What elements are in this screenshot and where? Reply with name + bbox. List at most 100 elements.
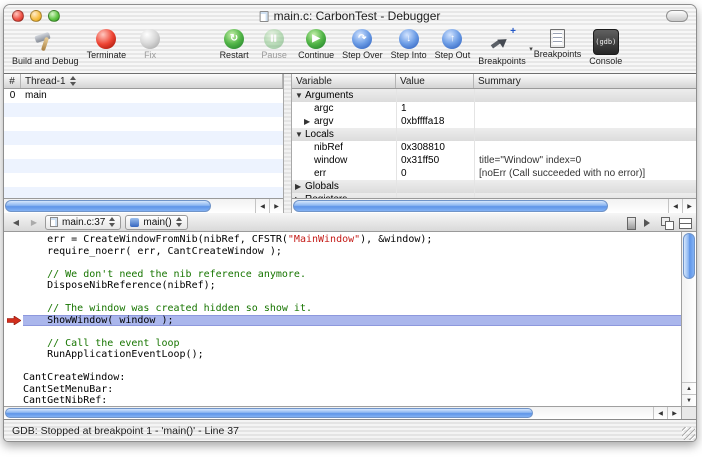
code-area[interactable]: err = CreateWindowFromNib(nibRef, CFSTR(… — [23, 232, 681, 406]
go-forward-button[interactable] — [27, 216, 41, 229]
function-popup-label: main() — [143, 217, 171, 228]
column-header-thread[interactable]: Thread-1 — [21, 74, 283, 88]
toolbar-item-label: Step Into — [391, 50, 427, 60]
code-line — [23, 292, 681, 304]
source-editor[interactable]: err = CreateWindowFromNib(nibRef, CFSTR(… — [4, 232, 696, 419]
toolbar-build-and-debug-button[interactable]: Build and Debug — [8, 29, 83, 66]
minimize-button[interactable] — [30, 10, 42, 22]
toolbar-console-button[interactable]: (gdb)Console — [585, 29, 626, 66]
variable-name: argc — [314, 103, 333, 114]
thread-name: main — [21, 89, 283, 103]
variable-row-err[interactable]: err0[noErr (Call succeeded with no error… — [292, 167, 696, 180]
thread-name — [21, 145, 283, 159]
editor-horizontal-scrollbar[interactable] — [4, 406, 681, 419]
variable-value: 0x31ff50 — [396, 154, 474, 167]
zoom-button[interactable] — [48, 10, 60, 22]
scroll-left-arrow-icon[interactable] — [255, 199, 269, 213]
variables-pane: Variable Value Summary ▼Argumentsargc1▶a… — [292, 74, 696, 213]
toolbar-continue-button[interactable]: ▶Continue — [294, 29, 338, 60]
thread-name — [21, 103, 283, 117]
thread-row-empty — [4, 117, 283, 131]
disclosure-open-icon[interactable]: ▼ — [295, 128, 305, 141]
file-popup[interactable]: main.c:37 — [45, 215, 121, 230]
bookmarks-button[interactable] — [624, 216, 637, 229]
thread-number — [4, 159, 21, 173]
resize-grip[interactable] — [682, 427, 695, 440]
scrollbar-thumb[interactable] — [683, 233, 695, 279]
status-text: GDB: Stopped at breakpoint 1 - 'main()' … — [12, 425, 239, 437]
thread-name — [21, 131, 283, 145]
breakpoints-button[interactable] — [642, 216, 655, 229]
toolbar-breakpoints-button[interactable]: Breakpoints — [530, 29, 586, 59]
scroll-right-arrow-icon[interactable] — [667, 407, 681, 419]
scroll-left-arrow-icon[interactable] — [668, 199, 682, 213]
variable-value: 1 — [396, 102, 474, 115]
variable-row-globals[interactable]: ▶Globals — [292, 180, 696, 193]
column-header-variable[interactable]: Variable — [292, 74, 396, 88]
toolbar-terminate-button[interactable]: Terminate — [83, 29, 131, 60]
variable-value: 0 — [396, 167, 474, 180]
thread-name — [21, 187, 283, 198]
variable-summary — [474, 102, 696, 115]
function-popup[interactable]: main() — [125, 215, 187, 230]
counterpart-button[interactable] — [660, 216, 673, 229]
disclosure-closed-icon[interactable]: ▶ — [295, 180, 305, 193]
toolbar-toggle-button[interactable] — [666, 10, 688, 22]
function-icon — [130, 218, 139, 227]
thread-name — [21, 117, 283, 131]
breakpoint-gutter[interactable] — [4, 232, 23, 406]
disclosure-closed-icon[interactable]: ▶ — [304, 115, 314, 128]
column-header-value[interactable]: Value — [396, 74, 474, 88]
window-title: main.c: CarbonTest - Debugger — [274, 9, 441, 23]
popup-arrows-icon — [109, 217, 116, 227]
scroll-down-arrow-icon[interactable] — [682, 394, 696, 406]
status-bar: GDB: Stopped at breakpoint 1 - 'main()' … — [4, 419, 696, 441]
thread-horizontal-scrollbar[interactable] — [4, 198, 283, 213]
scrollbar-thumb[interactable] — [293, 200, 608, 212]
variable-row-nibref[interactable]: nibRef0x308810 — [292, 141, 696, 154]
toolbar-step-into-button[interactable]: ↓Step Into — [387, 29, 431, 60]
code-line: require_noerr( err, CantCreateWindow ); — [23, 246, 681, 258]
go-back-button[interactable] — [9, 216, 23, 229]
variable-name: argv — [314, 116, 333, 127]
scrollbar-thumb[interactable] — [5, 408, 533, 418]
execution-arrow-icon — [7, 316, 21, 325]
restart-icon: ↻ — [224, 29, 244, 49]
variable-row-window[interactable]: window0x31ff50title="Window" index=0 — [292, 154, 696, 167]
variable-row-argv[interactable]: ▶argv0xbffffa18 — [292, 115, 696, 128]
scroll-up-arrow-icon[interactable] — [682, 382, 696, 394]
toolbar-restart-button[interactable]: ↻Restart — [214, 29, 254, 60]
variable-row-argc[interactable]: argc 1 — [292, 102, 696, 115]
hammer-icon — [32, 29, 58, 55]
toolbar-item-label: Breakpoints — [478, 56, 526, 66]
variables-horizontal-scrollbar[interactable] — [292, 198, 696, 213]
toolbar-pause-button: ▌▌Pause — [254, 29, 294, 60]
variable-summary — [474, 115, 696, 128]
variable-row-locals[interactable]: ▼Locals — [292, 128, 696, 141]
code-line: // The window was created hidden so show… — [23, 303, 681, 315]
scroll-left-arrow-icon[interactable] — [653, 407, 667, 419]
document-proxy-icon[interactable] — [260, 11, 269, 22]
disclosure-open-icon[interactable]: ▼ — [295, 89, 305, 102]
toolbar-step-out-button[interactable]: ↑Step Out — [431, 29, 475, 60]
title-bar[interactable]: main.c: CarbonTest - Debugger — [4, 5, 696, 27]
toolbar-item-label: Step Out — [435, 50, 471, 60]
pane-splitter[interactable] — [284, 74, 292, 213]
toolbar-item-label: Console — [589, 56, 622, 66]
toolbar-breakpoints-add-button[interactable]: +▾Breakpoints — [474, 29, 530, 66]
close-button[interactable] — [12, 10, 24, 22]
scroll-right-arrow-icon[interactable] — [269, 199, 283, 213]
variable-row-arguments[interactable]: ▼Arguments — [292, 89, 696, 102]
window-title-area: main.c: CarbonTest - Debugger — [260, 5, 441, 27]
code-line: DisposeNibReference(nibRef); — [23, 280, 681, 292]
column-header-number[interactable]: # — [4, 74, 21, 88]
thread-row-empty — [4, 103, 283, 117]
variable-list: ▼Argumentsargc 1▶argv0xbffffa18▼Localsnib… — [292, 89, 696, 198]
split-view-button[interactable] — [678, 216, 691, 229]
scrollbar-thumb[interactable] — [5, 200, 211, 212]
column-header-summary[interactable]: Summary — [474, 74, 696, 88]
thread-row[interactable]: 0main — [4, 89, 283, 103]
scroll-right-arrow-icon[interactable] — [682, 199, 696, 213]
editor-vertical-scrollbar[interactable] — [681, 232, 696, 406]
toolbar-step-over-button[interactable]: ↷Step Over — [338, 29, 387, 60]
